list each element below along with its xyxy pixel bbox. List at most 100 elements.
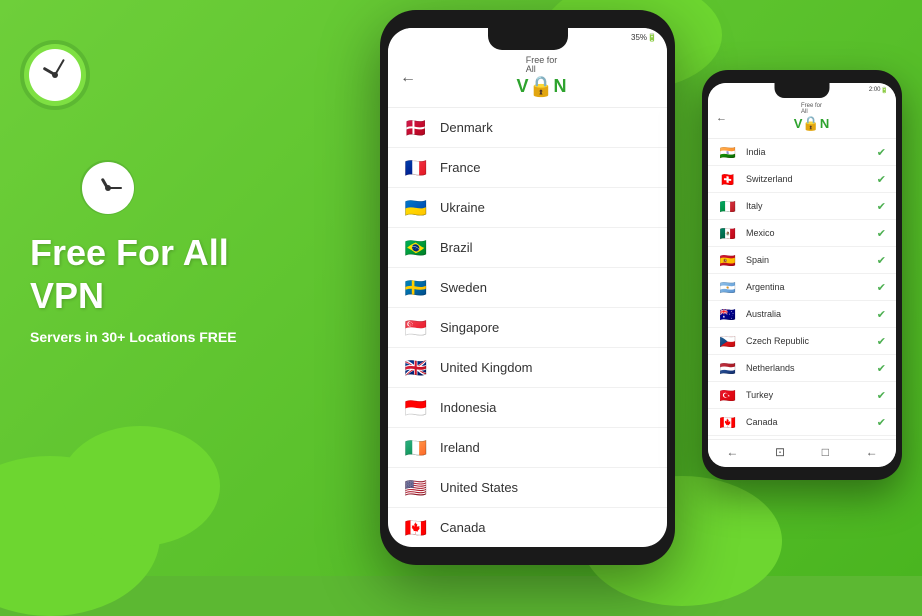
list-item[interactable]: 🇦🇷 Argentina ✔ [708,274,896,301]
list-item[interactable]: 🇸🇬 Singapore [388,308,667,348]
vpn-lock-icon-sm: 🔒 [802,115,819,132]
nav-home-icon[interactable]: □ [822,445,829,459]
list-item[interactable]: 🇩🇰 Denmark [388,108,667,148]
flag-brazil: 🇧🇷 [402,238,430,257]
list-item[interactable]: 🇫🇷 France [388,148,667,188]
country-name: Turkey [746,390,773,400]
country-list-large[interactable]: 🇩🇰 Denmark 🇫🇷 France 🇺🇦 Ukraine 🇧🇷 Brazi… [388,108,667,547]
list-item[interactable]: 🇺🇸 United States [388,468,667,508]
flag-switzerland: 🇨🇭 [718,172,738,186]
country-name: France [440,160,480,175]
country-list-small[interactable]: 🇮🇳 India ✔ 🇨🇭 Switzerland ✔ 🇮🇹 Italy ✔ 🇲… [708,139,896,450]
list-item[interactable]: 🇹🇷 Turkey ✔ [708,382,896,409]
status-bar-large: 35% 🔋 [388,28,667,46]
back-button-small[interactable]: ← [716,112,727,124]
list-item[interactable]: 🇳🇱 Netherlands ✔ [708,355,896,382]
status-bar-small: 2:00 🔋 [708,83,896,97]
list-item[interactable]: 🇮🇹 Italy ✔ [708,193,896,220]
check-icon: ✔ [877,227,886,240]
flag-netherlands: 🇳🇱 [718,361,738,375]
flag-us: 🇺🇸 [402,478,430,497]
flag-ukraine: 🇺🇦 [402,198,430,217]
country-name: India [746,147,766,157]
country-name: Czech Republic [746,336,809,346]
list-item[interactable]: 🇮🇳 India ✔ [708,139,896,166]
flag-italy: 🇮🇹 [718,199,738,213]
check-icon: ✔ [877,335,886,348]
list-item[interactable]: 🇨🇭 Switzerland ✔ [708,166,896,193]
country-name: Denmark [440,120,493,135]
cloud-bottom-left-2 [60,426,220,546]
country-name: Mexico [746,228,775,238]
check-icon: ✔ [877,200,886,213]
app-logo-small: Free forAll V🔒N [735,103,888,132]
flag-singapore: 🇸🇬 [402,318,430,337]
country-name: Switzerland [746,174,793,184]
list-item[interactable]: 🇸🇪 Sweden [388,268,667,308]
list-item[interactable]: 🇧🇷 Brazil [388,228,667,268]
flag-france: 🇫🇷 [402,158,430,177]
nav-back-icon[interactable]: ← [726,445,738,459]
country-name: Spain [746,255,769,265]
country-name: Singapore [440,320,499,335]
bottom-nav-small: ← ⊡ □ ← [708,439,896,467]
flag-czech: 🇨🇿 [718,334,738,348]
list-item[interactable]: 🇨🇿 Czech Republic ✔ [708,328,896,355]
list-item[interactable]: 🇲🇽 Mexico ✔ [708,220,896,247]
country-name: Ireland [440,440,480,455]
phone-mockup-large: 35% 🔋 ← Free forAll V🔒N 🇩🇰 Denmark 🇫🇷 Fr… [380,10,675,565]
list-item[interactable]: 🇨🇦 Canada ✔ [708,409,896,436]
country-name: Italy [746,201,763,211]
check-icon: ✔ [877,173,886,186]
nav-menu-icon[interactable]: ⊡ [775,445,785,459]
flag-indonesia: 🇮🇩 [402,398,430,417]
country-name: United Kingdom [440,360,533,375]
country-name: Canada [440,520,486,535]
check-icon: ✔ [877,416,886,429]
app-logo-large: Free forAll V🔒N [428,56,655,99]
flag-spain: 🇪🇸 [718,253,738,267]
list-item[interactable]: 🇪🇸 Spain ✔ [708,247,896,274]
check-icon: ✔ [877,281,886,294]
flag-canada-sm: 🇨🇦 [718,415,738,429]
country-name: Australia [746,309,781,319]
check-icon: ✔ [877,254,886,267]
country-name: United States [440,480,518,495]
flag-ireland: 🇮🇪 [402,438,430,457]
phone-screen-small: 2:00 🔋 ← Free forAll V🔒N 🇮🇳 India ✔ 🇨🇭 S… [708,83,896,467]
flag-argentina: 🇦🇷 [718,280,738,294]
list-item[interactable]: 🇺🇦 Ukraine [388,188,667,228]
flag-canada: 🇨🇦 [402,518,430,537]
list-item[interactable]: 🇬🇧 United Kingdom [388,348,667,388]
country-name: Indonesia [440,400,496,415]
promo-text-section: Free For All VPN Servers in 30+ Location… [30,231,237,345]
list-item[interactable]: 🇮🇩 Indonesia [388,388,667,428]
country-name: Netherlands [746,363,795,373]
check-icon: ✔ [877,362,886,375]
flag-sweden: 🇸🇪 [402,278,430,297]
list-item[interactable]: 🇨🇦 Canada [388,508,667,547]
country-name: Brazil [440,240,473,255]
vpn-lock-icon: 🔒 [529,74,554,99]
clock-icon-1 [20,40,90,110]
check-icon: ✔ [877,389,886,402]
flag-uk: 🇬🇧 [402,358,430,377]
list-item[interactable]: 🇦🇺 Australia ✔ [708,301,896,328]
flag-india: 🇮🇳 [718,145,738,159]
phone-mockup-small: 2:00 🔋 ← Free forAll V🔒N 🇮🇳 India ✔ 🇨🇭 S… [702,70,902,480]
country-name: Argentina [746,282,785,292]
promo-subtitle: Servers in 30+ Locations FREE [30,329,237,345]
nav-recent-icon[interactable]: ← [866,445,878,459]
flag-turkey: 🇹🇷 [718,388,738,402]
flag-australia: 🇦🇺 [718,307,738,321]
back-button-large[interactable]: ← [400,69,416,87]
country-name: Canada [746,417,778,427]
check-icon: ✔ [877,308,886,321]
flag-denmark: 🇩🇰 [402,118,430,137]
app-title: Free For All VPN [30,231,237,317]
flag-mexico: 🇲🇽 [718,226,738,240]
check-icon: ✔ [877,146,886,159]
clock-icon-2 [80,160,135,215]
country-name: Sweden [440,280,487,295]
list-item[interactable]: 🇮🇪 Ireland [388,428,667,468]
